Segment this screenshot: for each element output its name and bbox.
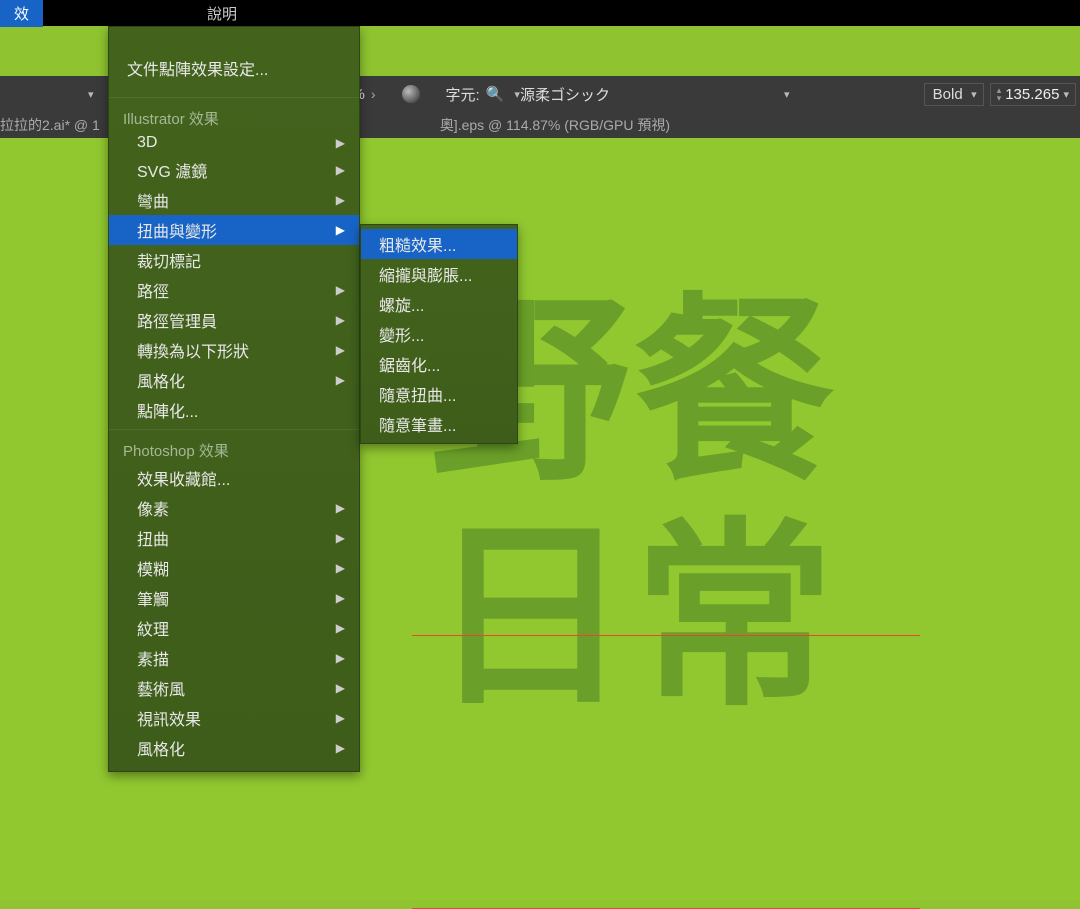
menu-item-label: 螺旋... [379,292,424,316]
menu-item-label: 點陣化... [137,398,198,422]
menu-item-label: 素描 [137,646,169,670]
effects-menu[interactable]: 文件點陣效果設定... Illustrator 效果 3D ▶ SVG 濾鏡 ▶ 彎曲 ▶… [108,26,360,772]
globe-icon[interactable] [402,85,420,103]
photoshop-effect-item[interactable]: 像素 ▶ [109,493,359,523]
menu-item-label: 變形... [379,322,424,346]
chevron-down-icon[interactable]: ▾ [784,88,790,101]
document-tab-right[interactable]: 奧].eps @ 114.87% (RGB/GPU 預視) [440,115,670,135]
illustrator-effect-item[interactable]: 3D ▶ [109,131,359,155]
illustrator-effect-item[interactable]: 風格化 ▶ [109,365,359,395]
illustrator-effect-item[interactable]: 路徑管理員 ▶ [109,305,359,335]
photoshop-effect-item[interactable]: 視訊效果 ▶ [109,703,359,733]
menu-item-label: 鋸齒化... [379,352,440,376]
chevron-right-icon: ▶ [336,343,345,357]
photoshop-effect-item[interactable]: 藝術風 ▶ [109,673,359,703]
menu-item-label: 視訊效果 [137,706,201,730]
font-size-value: 135.265 [1005,86,1059,103]
chevron-down-icon[interactable]: ▾ [88,88,94,101]
chevron-right-icon: ▶ [336,681,345,695]
menubar[interactable]: 效 說明 [0,0,1080,26]
chevron-right-icon: ▶ [336,313,345,327]
photoshop-effect-item[interactable]: 效果收藏館... [109,463,359,493]
menu-item-label: 轉換為以下形狀 [137,338,249,362]
chevron-right-icon[interactable]: › [371,86,376,102]
distort-submenu-item[interactable]: 粗糙效果... [361,229,517,259]
photoshop-effect-item[interactable]: 模糊 ▶ [109,553,359,583]
menu-item-label: 筆觸 [137,586,169,610]
distort-submenu-item[interactable]: 鋸齒化... [361,349,517,379]
distort-submenu-item[interactable]: 變形... [361,319,517,349]
menu-separator [109,97,359,98]
menu-item-label: 3D [137,134,157,152]
menu-section-illustrator: Illustrator 效果 [109,102,359,131]
illustrator-effect-item[interactable]: 路徑 ▶ [109,275,359,305]
distort-submenu-item[interactable]: 隨意筆畫... [361,409,517,439]
menu-help[interactable]: 說明 [193,0,251,27]
distort-submenu-item[interactable]: 隨意扭曲... [361,379,517,409]
distort-submenu-item[interactable]: 螺旋... [361,289,517,319]
text-baseline-guide [412,635,920,636]
illustrator-effect-item[interactable]: 點陣化... [109,395,359,425]
chevron-right-icon: ▶ [336,373,345,387]
photoshop-effect-item[interactable]: 紋理 ▶ [109,613,359,643]
chevron-right-icon: ▶ [336,621,345,635]
photoshop-effect-item[interactable]: 風格化 ▶ [109,733,359,763]
chevron-right-icon: ▶ [336,531,345,545]
menu-item-label: 像素 [137,496,169,520]
menu-item-label: 縮攏與膨脹... [379,262,472,286]
menu-item-doc-raster-settings[interactable]: 文件點陣效果設定... [109,39,359,93]
distort-submenu-item[interactable]: 縮攏與膨脹... [361,259,517,289]
font-style-dropdown[interactable]: Bold ▾ [924,83,984,106]
menu-item-label: 彎曲 [137,188,169,212]
photoshop-effect-item[interactable]: 素描 ▶ [109,643,359,673]
menu-effects[interactable]: 效 [0,0,43,27]
menu-item-label: 路徑 [137,278,169,302]
chevron-right-icon: ▶ [336,136,345,150]
chevron-down-icon: ▾ [1063,88,1069,101]
menu-item-label: 隨意扭曲... [379,382,456,406]
illustrator-effect-item[interactable]: 扭曲與變形 ▶ [109,215,359,245]
illustrator-effect-item[interactable]: 轉換為以下形狀 ▶ [109,335,359,365]
menu-item-label: 扭曲 [137,526,169,550]
chevron-right-icon: ▶ [336,741,345,755]
font-size-field[interactable]: ▴▾ 135.265 ▾ [990,83,1076,106]
search-icon[interactable]: 🔍 [486,85,505,103]
chevron-right-icon: ▶ [336,711,345,725]
chevron-right-icon: ▶ [336,501,345,515]
chevron-down-icon: ▾ [971,88,977,101]
chevron-right-icon: ▶ [336,193,345,207]
menu-section-photoshop: Photoshop 效果 [109,434,359,463]
chevron-right-icon: ▶ [336,561,345,575]
chevron-right-icon: ▶ [336,283,345,297]
menu-item-label: 效果收藏館... [137,466,230,490]
menu-item-label: 隨意筆畫... [379,412,456,436]
menu-item-label: 紋理 [137,616,169,640]
size-stepper[interactable]: ▴▾ [997,86,1002,102]
menu-item-label: SVG 濾鏡 [137,158,207,182]
menu-item-label: 路徑管理員 [137,308,217,332]
chevron-right-icon: ▶ [336,163,345,177]
chevron-right-icon: ▶ [336,651,345,665]
chevron-right-icon: ▶ [336,223,345,237]
illustrator-effect-item[interactable]: 彎曲 ▶ [109,185,359,215]
font-style-value: Bold [933,86,963,103]
illustrator-effect-item[interactable]: SVG 濾鏡 ▶ [109,155,359,185]
menu-item-label: 裁切標記 [137,248,201,272]
menu-item-label: 風格化 [137,736,185,760]
menu-separator [109,429,359,430]
font-family-field[interactable]: 源柔ゴシック [520,84,640,105]
menu-item-label: 風格化 [137,368,185,392]
menu-item-label: 扭曲與變形 [137,218,217,242]
menu-item-label: 模糊 [137,556,169,580]
menu-item-label: 藝術風 [137,676,185,700]
chevron-right-icon: ▶ [336,591,345,605]
photoshop-effect-item[interactable]: 筆觸 ▶ [109,583,359,613]
distort-submenu[interactable]: 粗糙效果... 縮攏與膨脹... 螺旋... 變形... 鋸齒化... 隨意扭曲... 隨意… [360,224,518,444]
illustrator-effect-item[interactable]: 裁切標記 [109,245,359,275]
menu-item-label: 粗糙效果... [379,232,456,256]
artwork-text-line-2[interactable]: 日常 [430,518,838,718]
char-label: 字元: [446,84,480,105]
photoshop-effect-item[interactable]: 扭曲 ▶ [109,523,359,553]
document-tab-left[interactable]: 拉拉的2.ai* @ 1 [0,115,100,135]
